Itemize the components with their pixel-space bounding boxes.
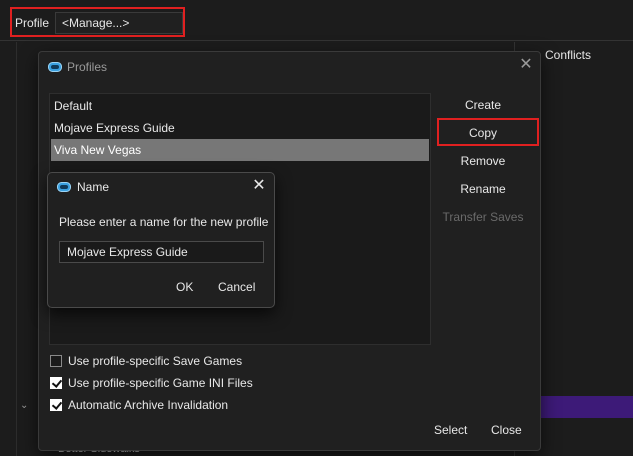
close-icon[interactable]: ✕ xyxy=(518,57,534,73)
chevron-down-icon[interactable]: ⌄ xyxy=(20,400,30,411)
profile-list-item-selected[interactable]: Viva New Vegas xyxy=(51,139,429,161)
archive-invalidation-checkbox[interactable] xyxy=(50,399,62,411)
toolbar-divider xyxy=(0,40,633,41)
profile-list-item[interactable]: Mojave Express Guide xyxy=(51,117,429,139)
cancel-button[interactable]: Cancel xyxy=(218,280,255,294)
rename-button[interactable]: Rename xyxy=(433,182,533,196)
conflicts-tab-label[interactable]: Conflicts xyxy=(545,48,591,62)
profile-list-item[interactable]: Default xyxy=(51,95,429,117)
close-icon[interactable]: ✕ xyxy=(251,178,267,194)
close-button[interactable]: Close xyxy=(491,423,522,437)
transfer-saves-button[interactable]: Transfer Saves xyxy=(433,210,533,224)
ok-button[interactable]: OK xyxy=(176,280,193,294)
game-ini-label: Use profile-specific Game INI Files xyxy=(68,376,253,390)
mo2-app-icon xyxy=(48,62,62,72)
archive-invalidation-label: Automatic Archive Invalidation xyxy=(68,398,229,412)
profile-name-input[interactable] xyxy=(59,241,264,263)
profile-highlight-box xyxy=(10,7,185,37)
game-ini-checkbox[interactable] xyxy=(50,377,62,389)
mod-list-edge xyxy=(16,42,17,456)
create-button[interactable]: Create xyxy=(433,98,533,112)
copy-highlight-box xyxy=(437,118,539,146)
save-games-checkbox[interactable] xyxy=(50,355,62,367)
save-games-label: Use profile-specific Save Games xyxy=(68,354,243,368)
name-dialog-title: Name xyxy=(77,180,110,194)
mo2-app-icon xyxy=(57,182,71,192)
profiles-dialog-title: Profiles xyxy=(67,60,108,74)
remove-button[interactable]: Remove xyxy=(433,154,533,168)
select-button[interactable]: Select xyxy=(434,423,467,437)
name-prompt-text: Please enter a name for the new profile xyxy=(59,215,269,229)
